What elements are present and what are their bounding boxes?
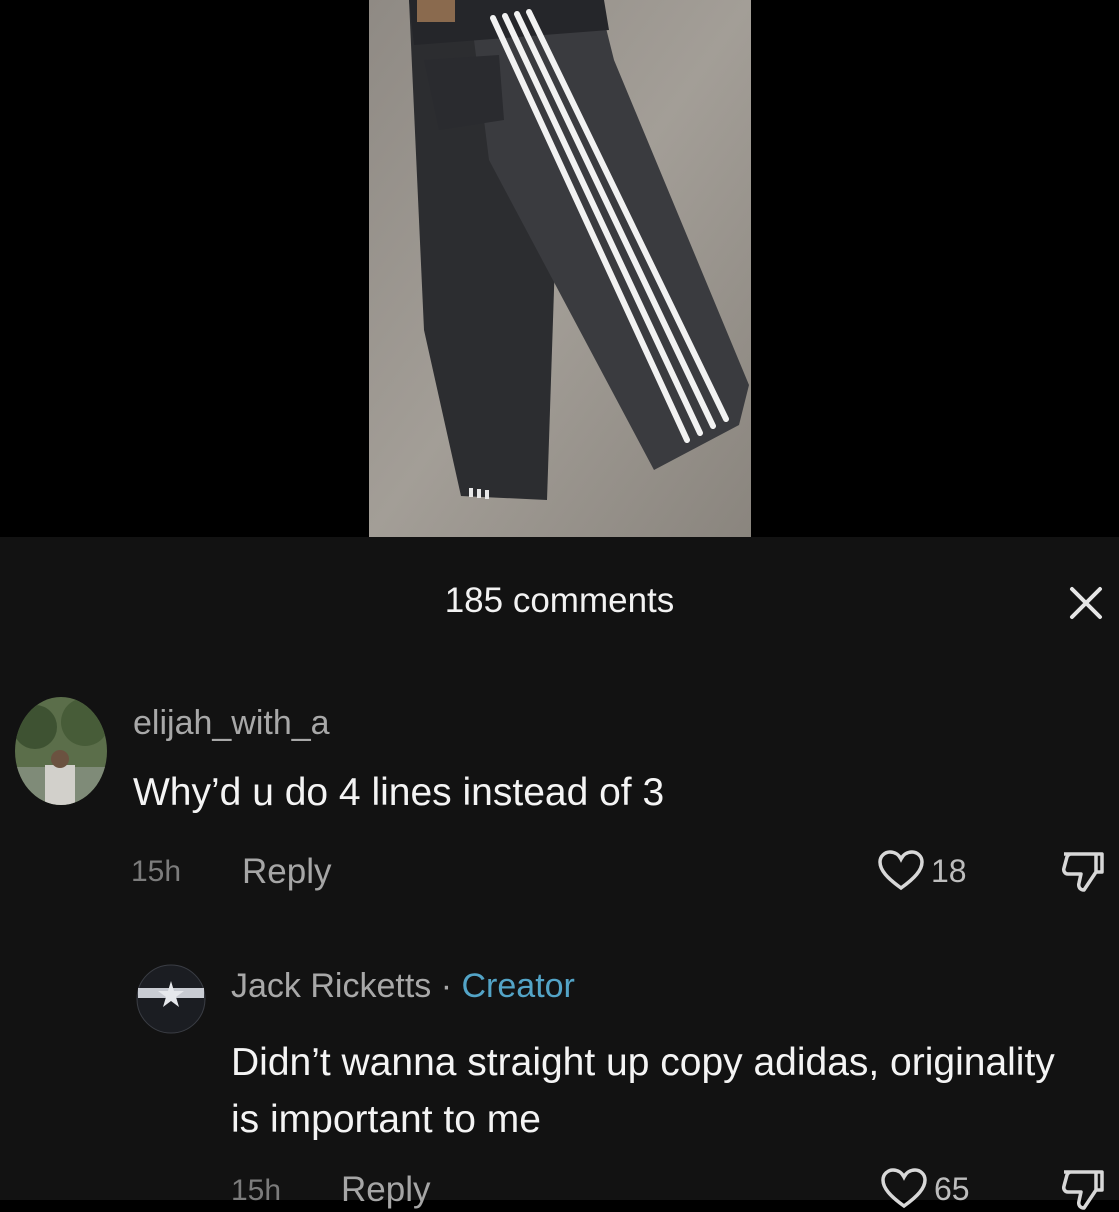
avatar[interactable] <box>136 964 206 1034</box>
thumbs-down-icon[interactable] <box>1058 1168 1108 1212</box>
creator-badge: Creator <box>461 967 575 1005</box>
thumbs-down-icon[interactable] <box>1058 850 1108 894</box>
comments-panel: 185 comments elijah_with_a Why’d u do 4 … <box>0 537 1119 1210</box>
close-icon[interactable] <box>1064 581 1108 625</box>
reply-button[interactable]: Reply <box>242 852 331 892</box>
comments-count: 185 comments <box>444 581 675 620</box>
comment-time: 15h <box>231 1174 282 1207</box>
separator: · <box>440 967 453 1005</box>
reply-button[interactable]: Reply <box>341 1170 430 1210</box>
comment-time: 15h <box>131 855 182 888</box>
like-button[interactable]: 65 <box>880 1168 970 1210</box>
heart-icon <box>878 850 924 891</box>
comment-username[interactable]: Jack Ricketts · Creator <box>231 967 575 1006</box>
comment-username[interactable]: elijah_with_a <box>133 704 330 743</box>
like-count: 18 <box>931 852 967 889</box>
username-text: Jack Ricketts <box>231 967 432 1005</box>
avatar[interactable] <box>15 697 107 805</box>
jeans-photo <box>369 0 751 537</box>
heart-icon <box>881 1168 927 1209</box>
comment-text: Why’d u do 4 lines instead of 3 <box>133 771 665 814</box>
like-button[interactable]: 18 <box>877 850 967 892</box>
video-area[interactable] <box>0 0 1119 537</box>
comment-text: Didn’t wanna straight up copy adidas, or… <box>231 1041 1055 1141</box>
like-count: 65 <box>934 1170 970 1207</box>
